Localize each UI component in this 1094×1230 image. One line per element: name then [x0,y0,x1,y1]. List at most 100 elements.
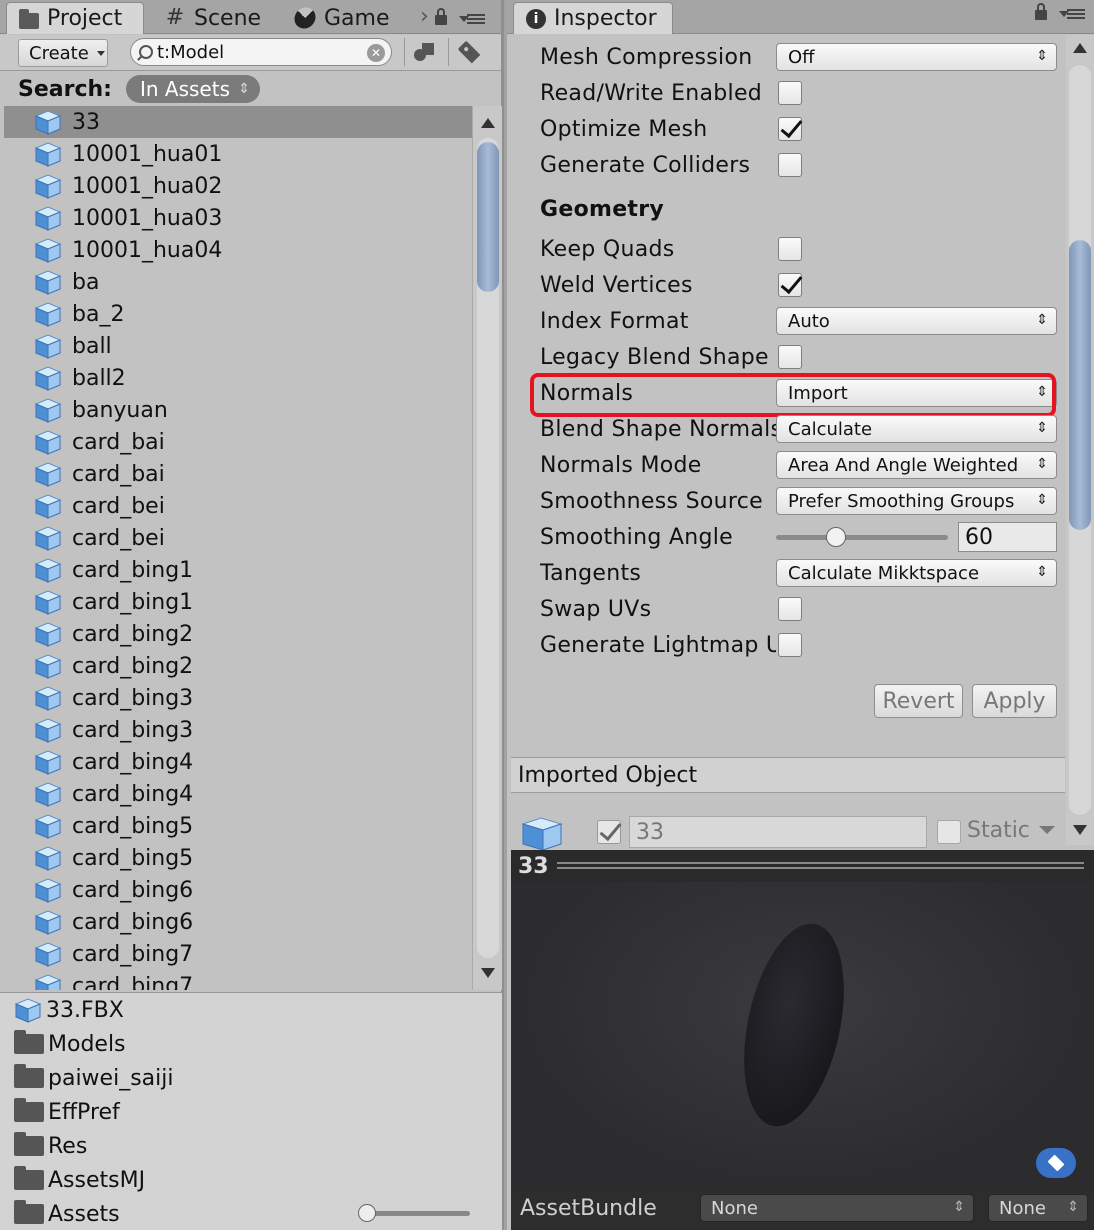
asset-list-item[interactable]: card_bing2 [4,618,472,650]
asset-list-item[interactable]: card_bing1 [4,554,472,586]
asset-list-item[interactable]: ball [4,330,472,362]
asset-list-item[interactable]: card_bei [4,522,472,554]
asset-list-item[interactable]: 10001_hua02 [4,170,472,202]
object-name-field[interactable]: 33 [629,816,927,848]
apply-button[interactable]: Apply [972,684,1057,718]
asset-list-item[interactable]: card_bai [4,458,472,490]
asset-list-item[interactable]: ba_2 [4,298,472,330]
mesh-compression-dropdown[interactable]: Off [776,43,1057,71]
prop-label: Legacy Blend Shape N [540,344,776,370]
prop-generate-lightmap: Generate Lightmap UV [511,627,1065,663]
slider-knob[interactable] [358,1204,376,1222]
icon-size-slider[interactable] [358,1204,470,1222]
scroll-down-icon[interactable] [1073,825,1087,835]
scroll-down-icon[interactable] [481,968,495,978]
search-input[interactable]: t:Model ✕ [130,38,392,66]
asset-list-scrollbar[interactable] [472,106,502,990]
drag-handle[interactable] [557,862,1084,869]
slider-rail[interactable] [360,1211,470,1216]
asset-list-item[interactable]: card_bing1 [4,586,472,618]
tab-project[interactable]: Project [6,2,144,34]
generate-lightmap-checkbox[interactable] [778,633,802,657]
smoothness-source-dropdown[interactable]: Prefer Smoothing Groups [776,487,1057,515]
clear-icon[interactable]: ✕ [367,44,385,62]
prop-tangents: Tangents Calculate Mikktspace [511,555,1065,591]
lock-icon[interactable] [434,7,447,25]
prop-label: Normals [540,380,634,406]
swap-uvs-checkbox[interactable] [778,597,802,621]
scroll-up-icon[interactable] [481,118,495,128]
scroll-thumb[interactable] [477,142,499,292]
asset-label: card_bing6 [72,877,194,903]
folder-list-item[interactable]: AssetsMJ [0,1163,502,1197]
asset-list-item[interactable]: 33 [4,106,472,138]
asset-list-item[interactable]: card_bing5 [4,810,472,842]
asset-list-item[interactable]: card_bing4 [4,746,472,778]
filter-by-label-button[interactable] [448,38,488,66]
revert-button[interactable]: Revert [874,684,963,718]
blend-shape-normals-dropdown[interactable]: Calculate [776,415,1057,443]
asset-list-item[interactable]: card_bing6 [4,906,472,938]
filter-by-type-button[interactable] [404,38,444,66]
asset-label: card_bing7 [72,973,194,991]
search-scope-dropdown[interactable]: In Assets [125,75,260,103]
asset-list-item[interactable]: banyuan [4,394,472,426]
folder-list-item[interactable]: Res [0,1129,502,1163]
smoothing-angle-input[interactable]: 60 [958,522,1057,552]
static-checkbox[interactable] [937,820,961,844]
prop-label: Smoothness Source [540,488,763,514]
asset-list-item[interactable]: 10001_hua01 [4,138,472,170]
asset-list-item[interactable]: card_bing5 [4,842,472,874]
asset-list-item[interactable]: card_bing6 [4,874,472,906]
imported-object-header[interactable]: Imported Object [511,757,1065,793]
folder-list-item[interactable]: Models [0,1027,502,1061]
slider-rail[interactable] [776,535,948,540]
weld-vertices-checkbox[interactable] [778,273,802,297]
folder-list-item[interactable]: paiwei_saiji [0,1061,502,1095]
preview-title-bar[interactable]: 33 [511,850,1094,882]
chevron-right-icon[interactable]: › [420,4,429,29]
optimize-mesh-checkbox[interactable] [778,117,802,141]
read-write-checkbox[interactable] [778,81,802,105]
asset-list-item[interactable]: card_bei [4,490,472,522]
model-preview[interactable] [511,882,1094,1190]
object-enabled-checkbox[interactable] [597,820,621,844]
assetbundle-name-dropdown[interactable]: None [700,1194,974,1222]
tab-inspector[interactable]: i Inspector [513,2,673,34]
tab-scene[interactable]: # Scene [152,2,270,34]
asset-list-item[interactable]: card_bing7 [4,970,472,990]
static-dropdown-icon[interactable] [1039,826,1055,834]
asset-list-item[interactable]: card_bai [4,426,472,458]
asset-list-item[interactable]: ball2 [4,362,472,394]
assetbundle-variant-dropdown[interactable]: None [988,1194,1088,1222]
folder-list-item[interactable]: EffPref [0,1095,502,1129]
slider-knob[interactable] [826,527,847,547]
scroll-up-icon[interactable] [1073,43,1087,53]
index-format-dropdown[interactable]: Auto [776,307,1057,335]
label-tag-button[interactable] [1036,1148,1076,1178]
asset-list-item[interactable]: ba [4,266,472,298]
lock-icon[interactable] [1035,3,1047,20]
asset-list-item[interactable]: card_bing2 [4,650,472,682]
asset-list-item[interactable]: card_bing3 [4,682,472,714]
inspector-scrollbar[interactable] [1066,35,1094,845]
generate-colliders-checkbox[interactable] [778,153,802,177]
scroll-thumb[interactable] [1069,240,1091,530]
asset-list-item[interactable]: 10001_hua03 [4,202,472,234]
asset-list-item[interactable]: 10001_hua04 [4,234,472,266]
asset-list-item[interactable]: card_bing4 [4,778,472,810]
normals-dropdown[interactable]: Import [776,379,1057,407]
menu-icon[interactable] [458,13,485,24]
legacy-blend-shape-checkbox[interactable] [778,345,802,369]
create-button[interactable]: Create [18,39,108,67]
normals-mode-dropdown[interactable]: Area And Angle Weighted [776,451,1057,479]
tangents-dropdown[interactable]: Calculate Mikktspace [776,559,1057,587]
tab-game[interactable]: Game [282,2,400,34]
asset-list-item[interactable]: card_bing3 [4,714,472,746]
keep-quads-checkbox[interactable] [778,237,802,261]
folder-list-item[interactable]: 33.FBX [0,993,502,1027]
menu-icon[interactable] [1059,9,1085,19]
info-icon: i [526,8,546,29]
smoothing-angle-slider[interactable] [776,527,948,547]
asset-list-item[interactable]: card_bing7 [4,938,472,970]
